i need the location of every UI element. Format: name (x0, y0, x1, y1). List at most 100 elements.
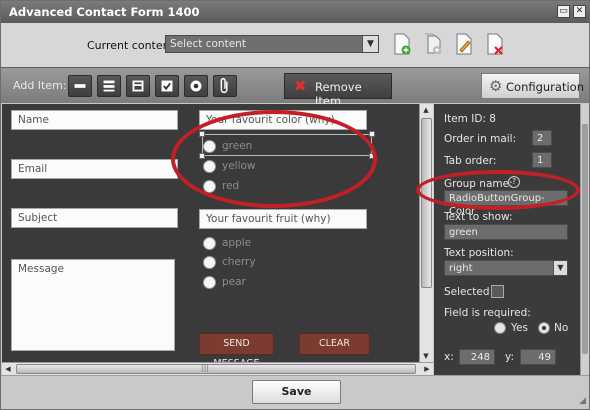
app-window: Advanced Contact Form 1400 ▭ ✕ Current c… (0, 0, 590, 410)
content-selector-bar: Current content: Select content ▼ (1, 23, 589, 67)
subject-field[interactable]: Subject (11, 208, 178, 228)
bottom-bar: Save ◢ (1, 375, 589, 409)
radio-circle-icon (203, 237, 216, 250)
remove-x-icon: ✖ (294, 77, 307, 95)
color-option-yellow[interactable]: yellow (203, 159, 323, 175)
add-attachment-button[interactable] (213, 75, 237, 97)
add-single-line-field-button[interactable] (68, 75, 92, 97)
group-name-label: Group name: (444, 178, 513, 190)
add-item-toolbar: Add Item: ✖ Remove Item ⚙ Configuration (1, 67, 589, 108)
form-design-canvas[interactable]: Name Email Subject Message Your favourit… (2, 104, 419, 362)
radio-circle-icon (203, 256, 216, 269)
email-field[interactable]: Email (11, 159, 178, 179)
select-box-icon (132, 80, 144, 92)
add-document-icon[interactable] (393, 33, 411, 55)
resize-handle-top-left[interactable] (199, 131, 205, 137)
window-title: Advanced Contact Form 1400 (9, 5, 200, 19)
chevron-down-icon[interactable]: ▼ (362, 36, 378, 52)
required-no-radio[interactable] (538, 322, 550, 334)
color-option-green[interactable]: green (203, 139, 323, 155)
add-multi-line-field-button[interactable] (97, 75, 121, 97)
fruit-option-apple[interactable]: apple (203, 236, 323, 252)
radio-circle-icon (203, 276, 216, 289)
attachment-icon (220, 78, 228, 94)
add-select-box-button[interactable] (126, 75, 150, 97)
current-content-value: Select content (170, 38, 246, 50)
scrollbar-thumb[interactable] (421, 118, 432, 288)
checkbox-icon (161, 80, 173, 92)
add-radio-button-button[interactable] (184, 75, 208, 97)
fruit-option-label: pear (222, 276, 246, 288)
required-yes-radio[interactable] (494, 322, 506, 334)
delete-document-icon[interactable] (486, 33, 504, 55)
selected-label: Selected (444, 286, 490, 298)
canvas-vertical-scrollbar[interactable]: ▲ ▼ (419, 104, 433, 362)
add-checkbox-button[interactable] (155, 75, 179, 97)
remove-item-button[interactable]: ✖ Remove Item (284, 73, 392, 108)
scroll-right-icon[interactable]: ▶ (421, 363, 433, 375)
chevron-down-icon[interactable]: ▼ (553, 261, 567, 275)
color-option-label: red (222, 180, 240, 192)
clear-button[interactable]: CLEAR (299, 333, 370, 355)
field-required-label: Field is required: (444, 307, 531, 319)
text-position-select[interactable]: right ▼ (444, 260, 568, 276)
color-question-label[interactable]: Your favourit color (why) (199, 110, 367, 130)
y-position-label: y: (505, 351, 514, 363)
tab-order-value: 1 (537, 155, 544, 166)
copy-document-icon[interactable] (424, 33, 442, 55)
text-to-show-input[interactable]: green (444, 224, 568, 240)
group-name-input[interactable]: RadioButtonGroup-Color (444, 190, 568, 217)
configuration-button[interactable]: ⚙ Configuration (481, 73, 584, 99)
canvas-horizontal-scrollbar[interactable]: ◀ ||| ▶ (2, 362, 433, 375)
send-message-button[interactable]: SEND MESSAGE (199, 333, 274, 362)
selected-checkbox[interactable] (491, 285, 504, 298)
x-position-input[interactable]: 248 (459, 349, 495, 365)
scroll-down-icon[interactable]: ▼ (420, 350, 432, 362)
gear-icon: ⚙ (489, 77, 503, 95)
x-position-label: x: (444, 351, 454, 363)
scrollbar-grip: ||| (201, 363, 210, 372)
radio-button-icon (190, 80, 202, 92)
text-position-label: Text position: (444, 247, 514, 259)
required-yes-label: Yes (511, 322, 528, 334)
radio-circle-icon (203, 160, 216, 173)
minimize-button[interactable]: ▭ (557, 5, 570, 18)
current-content-select[interactable]: Select content ▼ (165, 35, 379, 53)
fruit-question-label[interactable]: Your favourit fruit (why) (199, 209, 367, 229)
color-option-label: yellow (222, 160, 256, 172)
text-to-show-label: Text to show: (444, 211, 513, 223)
close-button[interactable]: ✕ (573, 5, 586, 18)
radio-circle-icon (203, 140, 216, 153)
configuration-label: Configuration (506, 80, 584, 94)
fruit-option-label: apple (222, 237, 252, 249)
color-option-red[interactable]: red (203, 179, 323, 195)
tab-order-label: Tab order: (444, 155, 497, 167)
save-button[interactable]: Save (252, 380, 341, 404)
fruit-option-label: cherry (222, 256, 256, 268)
fruit-option-pear[interactable]: pear (203, 275, 323, 291)
scrollbar-thumb[interactable] (582, 124, 588, 354)
color-option-label: green (222, 140, 253, 152)
scrollbar-thumb[interactable]: ||| (16, 363, 416, 374)
item-id-label: Item ID: 8 (444, 113, 496, 125)
fruit-option-cherry[interactable]: cherry (203, 255, 323, 271)
resize-handle-top-right[interactable] (369, 131, 375, 137)
y-position-input[interactable]: 49 (520, 349, 556, 365)
message-field[interactable]: Message (11, 259, 175, 351)
edit-document-icon[interactable] (455, 33, 473, 55)
help-icon[interactable]: ? (508, 176, 520, 188)
scroll-left-icon[interactable]: ◀ (2, 363, 14, 375)
scroll-up-icon[interactable]: ▲ (420, 104, 432, 116)
resize-handle-bottom-right[interactable] (369, 153, 375, 159)
multi-line-field-icon (103, 80, 115, 92)
resize-grip-icon[interactable]: ◢ (579, 396, 586, 406)
name-field[interactable]: Name (11, 110, 178, 130)
add-item-label: Add Item: (13, 79, 67, 92)
title-bar[interactable]: Advanced Contact Form 1400 ▭ ✕ (1, 1, 589, 23)
properties-scrollbar[interactable] (580, 104, 589, 375)
required-no-label: No (554, 322, 569, 334)
properties-panel: Item ID: 8 Order in mail: 2 Tab order: 1… (434, 104, 580, 375)
tab-order-select[interactable]: 1 (532, 152, 552, 168)
single-line-field-icon (74, 84, 86, 88)
order-in-mail-select[interactable]: 2 (532, 130, 552, 146)
